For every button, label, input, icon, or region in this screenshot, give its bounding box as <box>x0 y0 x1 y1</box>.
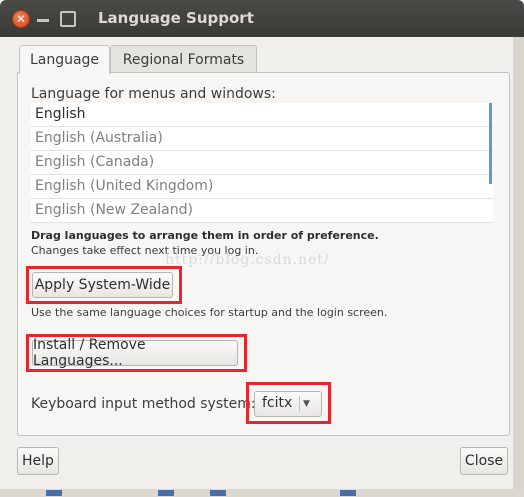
close-button[interactable]: Close <box>460 447 508 475</box>
close-icon[interactable]: ✕ <box>12 10 30 28</box>
maximize-icon[interactable] <box>60 11 76 27</box>
list-item[interactable]: English (Australia) <box>31 127 493 151</box>
dropdown-arrow-icon[interactable]: ▼ <box>303 395 310 413</box>
list-item[interactable]: English (New Zealand) <box>31 199 493 223</box>
list-item[interactable]: English (United Kingdom) <box>31 175 493 199</box>
language-list[interactable]: English English (Australia) English (Can… <box>31 103 493 223</box>
input-method-value: fcitx <box>262 395 293 411</box>
input-method-select[interactable]: fcitx ▼ <box>254 391 322 417</box>
install-remove-languages-button[interactable]: Install / Remove Languages... <box>32 337 238 369</box>
tab-language[interactable]: Language <box>19 45 110 74</box>
drag-note: Drag languages to arrange them in order … <box>31 229 379 242</box>
language-support-window: ✕ Language Support Language Regional For… <box>0 0 524 497</box>
taskbar-chip <box>340 490 356 496</box>
desktop-background-bottom <box>0 489 524 497</box>
window-title: Language Support <box>98 9 254 27</box>
minimize-icon[interactable] <box>37 19 49 22</box>
taskbar-chip <box>210 490 226 496</box>
title-bar: ✕ Language Support <box>0 0 524 37</box>
tab-regional-formats[interactable]: Regional Formats <box>110 45 257 73</box>
list-item[interactable]: English (Canada) <box>31 151 493 175</box>
apply-system-wide-button[interactable]: Apply System-Wide <box>32 272 173 298</box>
taskbar-chip <box>158 490 174 496</box>
list-scrollbar[interactable] <box>489 103 492 184</box>
taskbar-chip <box>46 490 62 496</box>
watermark: http://blog.csdn.net/ <box>165 252 330 268</box>
combo-separator <box>299 396 300 412</box>
keyboard-input-label: Keyboard input method system: <box>31 396 256 412</box>
list-item[interactable]: English <box>31 103 493 127</box>
language-section-label: Language for menus and windows: <box>31 86 276 102</box>
help-button[interactable]: Help <box>17 447 59 475</box>
same-lang-note: Use the same language choices for startu… <box>31 306 388 319</box>
desktop-background-right <box>513 37 524 497</box>
